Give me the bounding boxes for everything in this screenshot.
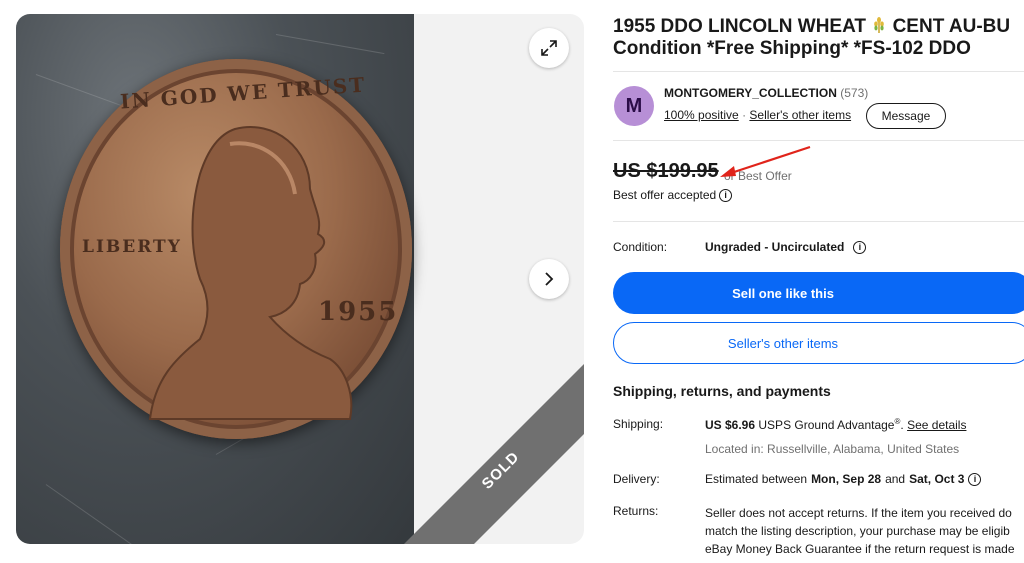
seller-positive-link[interactable]: 100% positive bbox=[664, 108, 739, 122]
condition-value: Ungraded - Uncirculated bbox=[705, 240, 845, 254]
best-offer-accepted: Best offer accepted i bbox=[613, 188, 733, 202]
delivery-end: Sat, Oct 3 bbox=[909, 472, 965, 486]
image-gallery: IN GOD WE TRUST LIBERTY 1955 SOLD bbox=[16, 14, 584, 544]
price: US $199.95 bbox=[613, 160, 719, 182]
expand-button[interactable] bbox=[529, 28, 569, 68]
shipping-value: US $6.96 USPS Ground Advantage®. See det… bbox=[705, 417, 966, 432]
expand-icon bbox=[541, 40, 557, 56]
next-image-button[interactable] bbox=[529, 259, 569, 299]
shipping-service: USPS Ground Advantage bbox=[758, 418, 895, 432]
sold-ribbon bbox=[404, 364, 584, 544]
coin-image: IN GOD WE TRUST LIBERTY 1955 bbox=[60, 59, 412, 439]
shipping-separator: . bbox=[900, 418, 904, 432]
returns-label: Returns: bbox=[613, 504, 659, 518]
message-button[interactable]: Message bbox=[866, 103, 946, 129]
delivery-value: Estimated between Mon, Sep 28 and Sat, O… bbox=[705, 472, 982, 486]
coin-year: 1955 bbox=[318, 297, 399, 327]
divider bbox=[613, 71, 1024, 72]
shipping-price: US $6.96 bbox=[705, 418, 756, 432]
seller-avatar[interactable]: M bbox=[614, 86, 654, 126]
see-details-link[interactable]: See details bbox=[907, 418, 966, 432]
returns-line: Seller does not accept returns. If the i… bbox=[705, 506, 1012, 520]
seller-feedback-count: (573) bbox=[840, 86, 869, 100]
shipping-section-title: Shipping, returns, and payments bbox=[613, 383, 831, 399]
returns-text: Seller does not accept returns. If the i… bbox=[705, 504, 1015, 558]
delivery-start: Mon, Sep 28 bbox=[811, 472, 882, 486]
seller-separator: · bbox=[742, 108, 747, 122]
delivery-and: and bbox=[885, 472, 906, 486]
condition-label: Condition: bbox=[613, 240, 668, 254]
delivery-info-icon[interactable]: i bbox=[968, 472, 982, 486]
condition-info-icon[interactable]: i bbox=[853, 240, 867, 254]
returns-line: match the listing description, your purc… bbox=[705, 524, 1010, 538]
listing-title: 1955 DDO LINCOLN WHEAT CENT AU-BU Condit… bbox=[613, 16, 1024, 60]
returns-line: eBay Money Back Guarantee if the return … bbox=[705, 542, 1015, 556]
chevron-right-icon bbox=[545, 272, 554, 286]
seller-name[interactable]: MONTGOMERY_COLLECTION bbox=[664, 86, 837, 100]
best-offer-accepted-label: Best offer accepted bbox=[613, 188, 717, 202]
item-location: Located in: Russellville, Alabama, Unite… bbox=[705, 442, 960, 456]
condition-value-row: Ungraded - Uncirculated i bbox=[705, 240, 867, 254]
sellers-other-items-button[interactable]: Seller's other items bbox=[613, 322, 1024, 364]
wheat-icon bbox=[871, 16, 887, 34]
coin-liberty: LIBERTY bbox=[82, 237, 182, 257]
seller-other-items-link[interactable]: Seller's other items bbox=[749, 108, 851, 122]
seller-links: 100% positive · Seller's other items bbox=[664, 108, 851, 122]
shipping-label: Shipping: bbox=[613, 417, 664, 431]
delivery-label: Delivery: bbox=[613, 472, 660, 486]
divider bbox=[613, 140, 1024, 141]
delivery-prefix: Estimated between bbox=[705, 472, 808, 486]
title-line1-tail: CENT AU-BU bbox=[892, 16, 1011, 37]
seller-name-row: MONTGOMERY_COLLECTION (573) bbox=[664, 86, 868, 100]
divider bbox=[613, 221, 1024, 222]
info-icon[interactable]: i bbox=[719, 188, 733, 202]
title-line2: Condition *Free Shipping* *FS-102 DDO bbox=[613, 38, 971, 59]
title-line1: 1955 DDO LINCOLN WHEAT bbox=[613, 16, 867, 37]
item-photo[interactable]: IN GOD WE TRUST LIBERTY 1955 bbox=[16, 14, 414, 544]
sell-one-like-this-button[interactable]: Sell one like this bbox=[613, 272, 1024, 314]
annotation-arrow-icon bbox=[720, 145, 811, 177]
